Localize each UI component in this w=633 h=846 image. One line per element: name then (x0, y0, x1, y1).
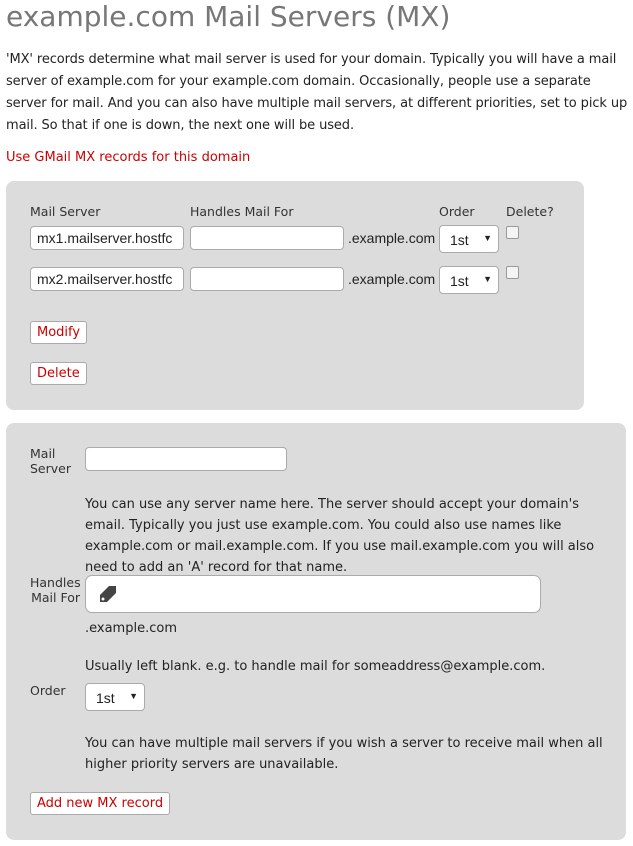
mail-server-input-2[interactable]: mx2.mailserver.hostfc (30, 267, 184, 291)
new-handles-input[interactable] (85, 575, 541, 613)
handles-input-2[interactable] (190, 267, 344, 291)
add-mx-record-button[interactable]: Add new MX record (30, 792, 171, 815)
new-mail-server-input[interactable] (85, 447, 287, 471)
order-help-text: You can have multiple mail servers if yo… (85, 736, 603, 772)
page-title: example.com Mail Servers (MX) (6, 0, 451, 33)
header-delete: Delete? (506, 204, 554, 219)
tag-icon (100, 586, 116, 602)
mail-server-input-1[interactable]: mx1.mailserver.hostfc (30, 226, 184, 250)
server-help-text: You can use any server name here. The se… (85, 497, 595, 575)
delete-checkbox-2[interactable] (506, 266, 519, 279)
dropdown-arrow-icon: ▼ (129, 691, 138, 701)
domain-suffix-1: .example.com (348, 230, 436, 246)
domain-suffix-2: .example.com (348, 271, 436, 287)
handles-help-text: Usually left blank. e.g. to handle mail … (85, 659, 546, 674)
new-handles-label: Handles Mail For (30, 575, 81, 605)
dropdown-arrow-icon: ▼ (483, 274, 492, 284)
order-value-1: 1st (450, 232, 469, 248)
modify-button[interactable]: Modify (30, 321, 88, 344)
order-select-2[interactable]: 1st ▼ (439, 266, 499, 294)
header-handles: Handles Mail For (190, 204, 294, 219)
dropdown-arrow-icon: ▼ (483, 233, 492, 243)
delete-button[interactable]: Delete (30, 362, 87, 385)
new-server-label: Mail Server (30, 446, 71, 476)
gmail-mx-link[interactable]: Use GMail MX records for this domain (6, 150, 250, 165)
delete-checkbox-1[interactable] (506, 226, 519, 239)
header-order: Order (439, 204, 475, 219)
handles-input-1[interactable] (190, 226, 344, 250)
new-order-select[interactable]: 1st ▼ (85, 683, 145, 711)
header-mail-server: Mail Server (30, 204, 101, 219)
new-domain-suffix: .example.com (85, 621, 177, 636)
order-select-1[interactable]: 1st ▼ (439, 225, 499, 253)
new-order-label: Order (30, 683, 66, 698)
intro-text: 'MX' records determine what mail server … (6, 52, 628, 133)
order-value-2: 1st (450, 273, 469, 289)
new-order-value: 1st (96, 690, 115, 706)
